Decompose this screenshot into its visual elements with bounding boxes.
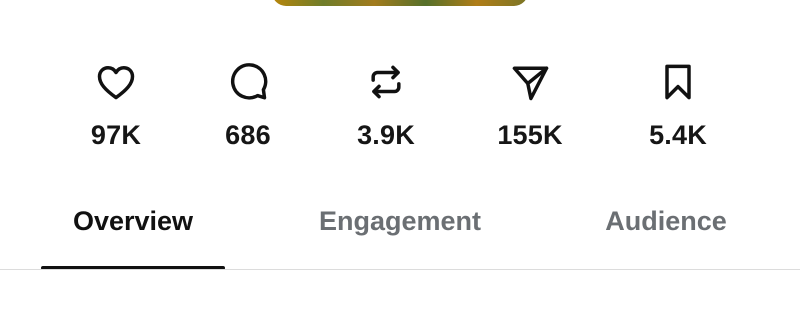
tab-overview[interactable]: Overview bbox=[41, 190, 225, 270]
repost-stat[interactable]: 3.9K bbox=[326, 56, 446, 156]
media-thumbnail[interactable] bbox=[272, 0, 528, 6]
bookmark-icon bbox=[656, 60, 700, 104]
repost-icon bbox=[364, 60, 408, 104]
tab-engagement[interactable]: Engagement bbox=[300, 190, 500, 270]
save-stat[interactable]: 5.4K bbox=[618, 56, 738, 156]
comment-count: 686 bbox=[225, 120, 271, 150]
share-stat[interactable]: 155K bbox=[470, 56, 590, 156]
comment-icon bbox=[226, 60, 270, 104]
tab-bar: Overview Engagement Audience bbox=[0, 190, 800, 270]
save-count: 5.4K bbox=[649, 120, 707, 150]
tab-divider bbox=[0, 269, 800, 270]
tab-audience-label: Audience bbox=[605, 206, 727, 236]
tab-audience[interactable]: Audience bbox=[586, 190, 746, 270]
heart-icon bbox=[94, 60, 138, 104]
like-stat[interactable]: 97K bbox=[56, 56, 176, 156]
stats-row: 97K 686 3.9K 155K 5.4K bbox=[0, 56, 800, 156]
share-count: 155K bbox=[497, 120, 563, 150]
like-count: 97K bbox=[90, 120, 142, 150]
tab-engagement-label: Engagement bbox=[318, 206, 482, 236]
repost-count: 3.9K bbox=[357, 120, 415, 150]
tab-overview-label: Overview bbox=[72, 206, 194, 236]
comment-stat[interactable]: 686 bbox=[188, 56, 308, 156]
send-icon bbox=[508, 60, 552, 104]
